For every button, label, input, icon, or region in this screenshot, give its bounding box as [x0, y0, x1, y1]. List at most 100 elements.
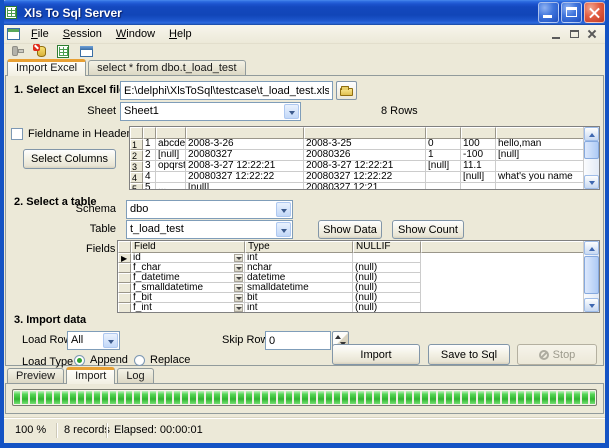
scroll-down-icon[interactable]	[584, 298, 599, 312]
show-data-button[interactable]: Show Data	[318, 220, 382, 239]
skip-rows-input[interactable]	[265, 331, 331, 350]
tab-import[interactable]: Import	[66, 367, 115, 384]
menu-session[interactable]: Session	[56, 26, 109, 43]
preview-grid-scrollbar[interactable]	[583, 127, 599, 189]
dropdown-icon[interactable]	[234, 274, 243, 282]
grid-cell[interactable]: 3	[143, 161, 156, 172]
show-count-button[interactable]: Show Count	[392, 220, 464, 239]
browse-folder-button[interactable]	[336, 81, 357, 100]
sql-query-icon[interactable]	[78, 44, 96, 60]
nullif-cell[interactable]	[353, 253, 421, 263]
menu-help[interactable]: Help	[162, 26, 199, 43]
grid-cell[interactable]: abcdefg	[156, 139, 186, 150]
field-cell[interactable]: f_bit	[131, 293, 245, 303]
grid-cell[interactable]: 11.1	[461, 161, 496, 172]
fieldname-in-header-checkbox[interactable]: Fieldname in Header	[11, 128, 130, 140]
radio-icon[interactable]	[134, 355, 145, 366]
scroll-up-icon[interactable]	[584, 127, 599, 141]
row-indicator[interactable]: ▶	[118, 253, 131, 263]
grid-cell[interactable]: 2008-3-27 12:22:21	[186, 161, 304, 172]
dropdown-icon[interactable]	[234, 254, 243, 262]
dropdown-icon[interactable]	[234, 294, 243, 302]
chevron-down-icon[interactable]	[276, 202, 291, 217]
radio-icon[interactable]	[74, 355, 85, 366]
grid-cell[interactable]: [null]	[426, 161, 461, 172]
tab-preview[interactable]: Preview	[7, 368, 64, 383]
database-session-icon[interactable]	[32, 44, 50, 60]
grid-cell[interactable]: 1	[143, 139, 156, 150]
grid-cell[interactable]: [null]	[461, 172, 496, 183]
row-indicator[interactable]	[118, 263, 131, 273]
type-cell[interactable]: int	[245, 303, 353, 313]
menu-window[interactable]: Window	[109, 26, 162, 43]
row-header[interactable]: 3	[130, 161, 143, 172]
append-radio[interactable]: Append	[74, 354, 128, 366]
grid-cell[interactable]	[156, 172, 186, 183]
grid-cell[interactable]: 2008-3-27 12:22:21	[304, 161, 426, 172]
scrollbar-thumb[interactable]	[584, 256, 599, 294]
grid-cell[interactable]: 4	[143, 172, 156, 183]
scroll-up-icon[interactable]	[584, 241, 599, 255]
row-header[interactable]: 5	[130, 183, 143, 190]
nullif-cell[interactable]: (null)	[353, 303, 421, 313]
replace-radio[interactable]: Replace	[134, 354, 190, 366]
field-cell[interactable]: id	[131, 253, 245, 263]
type-cell[interactable]: smalldatetime	[245, 283, 353, 293]
row-indicator[interactable]	[118, 283, 131, 293]
grid-cell[interactable]: 100	[461, 139, 496, 150]
nullif-cell[interactable]: (null)	[353, 273, 421, 283]
grid-cell[interactable]	[461, 183, 496, 190]
spinner-up-icon[interactable]	[335, 335, 341, 339]
save-to-sql-button[interactable]: Save to Sql	[428, 344, 510, 365]
grid-cell[interactable]	[426, 183, 461, 190]
select-columns-button[interactable]: Select Columns	[23, 149, 116, 169]
row-indicator[interactable]	[118, 273, 131, 283]
grid-cell[interactable]: 20080327 12:22:22	[186, 172, 304, 183]
nullif-cell[interactable]: (null)	[353, 283, 421, 293]
grid-cell[interactable]: [null]	[156, 150, 186, 161]
field-cell[interactable]: f_int	[131, 303, 245, 313]
chevron-down-icon[interactable]	[284, 104, 299, 119]
maximize-button[interactable]	[561, 2, 582, 23]
dropdown-icon[interactable]	[234, 264, 243, 272]
field-cell[interactable]: f_datetime	[131, 273, 245, 283]
grid-cell[interactable]: 2	[143, 150, 156, 161]
grid-cell[interactable]: 20080326	[304, 150, 426, 161]
table-select[interactable]: t_load_test	[126, 220, 293, 239]
grid-cell[interactable]: 2008-3-25	[304, 139, 426, 150]
mdi-restore-button[interactable]	[567, 28, 582, 41]
chevron-down-icon[interactable]	[103, 333, 118, 348]
grid-cell[interactable]: 0	[426, 139, 461, 150]
dropdown-icon[interactable]	[234, 304, 243, 312]
close-button[interactable]	[584, 2, 605, 23]
field-cell[interactable]: f_char	[131, 263, 245, 273]
type-cell[interactable]: nchar	[245, 263, 353, 273]
nullif-cell[interactable]: (null)	[353, 293, 421, 303]
grid-cell[interactable]	[426, 172, 461, 183]
fields-grid-scrollbar[interactable]	[583, 241, 599, 312]
schema-select[interactable]: dbo	[126, 200, 293, 219]
grid-cell[interactable]: opqrst	[156, 161, 186, 172]
row-header[interactable]: 2	[130, 150, 143, 161]
stop-button[interactable]: Stop	[517, 344, 597, 365]
row-indicator[interactable]	[118, 303, 131, 313]
row-header[interactable]: 1	[130, 139, 143, 150]
field-cell[interactable]: f_smalldatetime	[131, 283, 245, 293]
connect-icon[interactable]	[9, 44, 27, 60]
type-cell[interactable]: bit	[245, 293, 353, 303]
tab-import-excel[interactable]: Import Excel	[7, 59, 86, 76]
row-header[interactable]: 4	[130, 172, 143, 183]
menu-file[interactable]: File	[24, 26, 56, 43]
grid-cell[interactable]: 5	[143, 183, 156, 190]
nullif-cell[interactable]: (null)	[353, 263, 421, 273]
row-indicator[interactable]	[118, 293, 131, 303]
type-cell[interactable]: int	[245, 253, 353, 263]
grid-cell[interactable]: 2008-3-26	[186, 139, 304, 150]
grid-cell[interactable]: [null]	[186, 183, 304, 190]
excel-file-input[interactable]	[120, 81, 333, 100]
grid-cell[interactable]: 20080327 12:21	[304, 183, 426, 190]
grid-cell[interactable]: ...	[156, 183, 186, 190]
dropdown-icon[interactable]	[234, 284, 243, 292]
mdi-minimize-button[interactable]	[549, 28, 564, 41]
tab-select-from-dbo-t-load-test[interactable]: select * from dbo.t_load_test	[88, 60, 245, 75]
